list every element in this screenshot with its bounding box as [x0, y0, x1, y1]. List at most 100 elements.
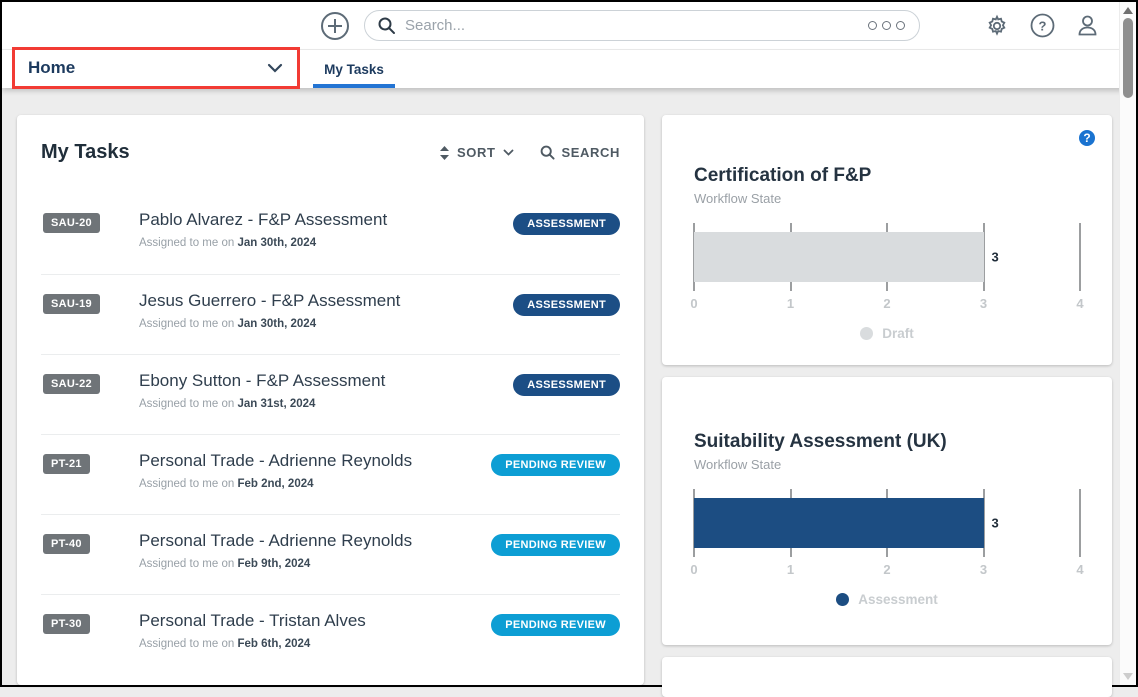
- task-date: Jan 31st, 2024: [237, 398, 315, 410]
- task-title: Personal Trade - Adrienne Reynolds: [139, 531, 491, 551]
- account-button[interactable]: [1074, 13, 1100, 39]
- overflow-dots-icon[interactable]: [866, 17, 907, 34]
- nav-bar: Home My Tasks: [2, 50, 1136, 88]
- task-id-badge: PT-40: [43, 534, 90, 554]
- tick-label: 3: [980, 296, 987, 311]
- gridline: [1079, 223, 1081, 291]
- help-button[interactable]: ?: [1029, 13, 1055, 39]
- plus-icon: [320, 11, 350, 41]
- status-badge: ASSESSMENT: [513, 213, 620, 235]
- task-title: Jesus Guerrero - F&P Assessment: [139, 291, 513, 311]
- sort-button[interactable]: SORT: [439, 145, 514, 160]
- home-nav-dropdown[interactable]: Home: [12, 47, 300, 89]
- status-badge: PENDING REVIEW: [491, 454, 620, 476]
- gear-icon: [985, 14, 1009, 38]
- task-title: Ebony Sutton - F&P Assessment: [139, 371, 513, 391]
- status-badge: PENDING REVIEW: [491, 614, 620, 636]
- chart-legend: Assessment: [694, 592, 1080, 607]
- task-assigned-text: Assigned to me on Jan 30th, 2024: [139, 318, 513, 330]
- chart-x-axis: 01234: [694, 560, 1080, 580]
- bar-chart-plot: 3: [694, 489, 1080, 557]
- create-button[interactable]: [320, 11, 350, 41]
- tick-label: 3: [980, 562, 987, 577]
- my-tasks-tools: SORT SEARCH: [439, 145, 620, 160]
- task-id-badge: PT-21: [43, 454, 90, 474]
- legend-label: Assessment: [858, 592, 938, 607]
- legend-dot: [860, 327, 873, 340]
- scrollbar-thumb[interactable]: [1123, 18, 1133, 98]
- settings-button[interactable]: [984, 13, 1010, 39]
- svg-text:?: ?: [1038, 19, 1046, 34]
- main-content: My Tasks SORT: [2, 88, 1136, 685]
- task-assigned-text: Assigned to me on Jan 30th, 2024: [139, 237, 513, 249]
- task-assigned-text: Assigned to me on Feb 2nd, 2024: [139, 478, 491, 490]
- tick-label: 2: [883, 296, 890, 311]
- chart-help-badge-icon[interactable]: ?: [1079, 130, 1095, 146]
- chart-x-axis: 01234: [694, 294, 1080, 314]
- chart-legend: Draft: [694, 326, 1080, 341]
- next-chart-card-partial: [662, 657, 1112, 697]
- sort-label: SORT: [457, 145, 496, 160]
- tick-label: 4: [1076, 562, 1083, 577]
- charts-column: ? Certification of F&P Workflow State 3 …: [662, 115, 1112, 685]
- vertical-scrollbar[interactable]: [1119, 2, 1136, 685]
- tick-label: 2: [883, 562, 890, 577]
- status-badge: PENDING REVIEW: [491, 534, 620, 556]
- task-row[interactable]: SAU-19 Jesus Guerrero - F&P Assessment A…: [41, 274, 620, 354]
- task-title: Personal Trade - Adrienne Reynolds: [139, 451, 491, 471]
- bar-draft: [694, 232, 984, 282]
- help-icon: ?: [1030, 13, 1055, 38]
- gridline: [1079, 489, 1081, 557]
- task-row[interactable]: PT-21 Personal Trade - Adrienne Reynolds…: [41, 434, 620, 514]
- search-icon: [377, 16, 396, 35]
- task-title: Personal Trade - Tristan Alves: [139, 611, 491, 631]
- my-tasks-header: My Tasks SORT: [41, 141, 620, 164]
- task-id-badge: PT-30: [43, 614, 90, 634]
- task-title: Pablo Alvarez - F&P Assessment: [139, 210, 513, 230]
- tick-label: 0: [690, 562, 697, 577]
- task-date: Jan 30th, 2024: [237, 237, 316, 249]
- legend-dot: [836, 593, 849, 606]
- bar-value-label: 3: [992, 250, 999, 265]
- search-input[interactable]: [405, 17, 857, 34]
- bar-assessment: [694, 498, 984, 548]
- search-tasks-button[interactable]: SEARCH: [540, 145, 621, 160]
- search-icon: [540, 145, 555, 160]
- task-row[interactable]: SAU-22 Ebony Sutton - F&P Assessment Ass…: [41, 354, 620, 434]
- topbar-icon-group: ?: [984, 13, 1100, 39]
- chart-subtitle: Workflow State: [694, 191, 1080, 206]
- task-row[interactable]: PT-30 Personal Trade - Tristan Alves Ass…: [41, 594, 620, 674]
- chevron-down-icon: [267, 63, 283, 73]
- task-date: Feb 2nd, 2024: [237, 478, 313, 490]
- chart-title: Suitability Assessment (UK): [694, 431, 1080, 453]
- my-tasks-panel: My Tasks SORT: [17, 115, 644, 685]
- tab-my-tasks-label: My Tasks: [324, 62, 384, 77]
- bar-chart-plot: 3: [694, 223, 1080, 291]
- tick-label: 4: [1076, 296, 1083, 311]
- scrollbar-up-arrow-icon[interactable]: [1123, 7, 1133, 14]
- task-id-badge: SAU-20: [43, 213, 100, 233]
- task-row[interactable]: PT-40 Personal Trade - Adrienne Reynolds…: [41, 514, 620, 594]
- chevron-down-icon: [503, 149, 514, 156]
- user-icon: [1075, 13, 1100, 38]
- tab-my-tasks[interactable]: My Tasks: [313, 50, 395, 88]
- tick-label: 0: [690, 296, 697, 311]
- tab-active-indicator: [313, 84, 395, 88]
- my-tasks-title: My Tasks: [41, 141, 130, 164]
- tick-label: 1: [787, 562, 794, 577]
- chart-card-suitability: Suitability Assessment (UK) Workflow Sta…: [662, 377, 1112, 645]
- status-badge: ASSESSMENT: [513, 374, 620, 396]
- global-search[interactable]: [364, 10, 920, 41]
- scrollbar-down-arrow-icon[interactable]: [1123, 673, 1133, 680]
- task-row[interactable]: SAU-20 Pablo Alvarez - F&P Assessment As…: [41, 194, 620, 274]
- search-tasks-label: SEARCH: [562, 145, 621, 160]
- task-assigned-text: Assigned to me on Feb 6th, 2024: [139, 638, 491, 650]
- status-badge: ASSESSMENT: [513, 294, 620, 316]
- task-id-badge: SAU-22: [43, 374, 100, 394]
- chart-card-certification: ? Certification of F&P Workflow State 3 …: [662, 115, 1112, 365]
- sort-icon: [439, 146, 450, 160]
- home-nav-label: Home: [28, 58, 75, 78]
- bar-value-label: 3: [992, 516, 999, 531]
- task-date: Feb 9th, 2024: [237, 558, 310, 570]
- task-date: Jan 30th, 2024: [237, 318, 316, 330]
